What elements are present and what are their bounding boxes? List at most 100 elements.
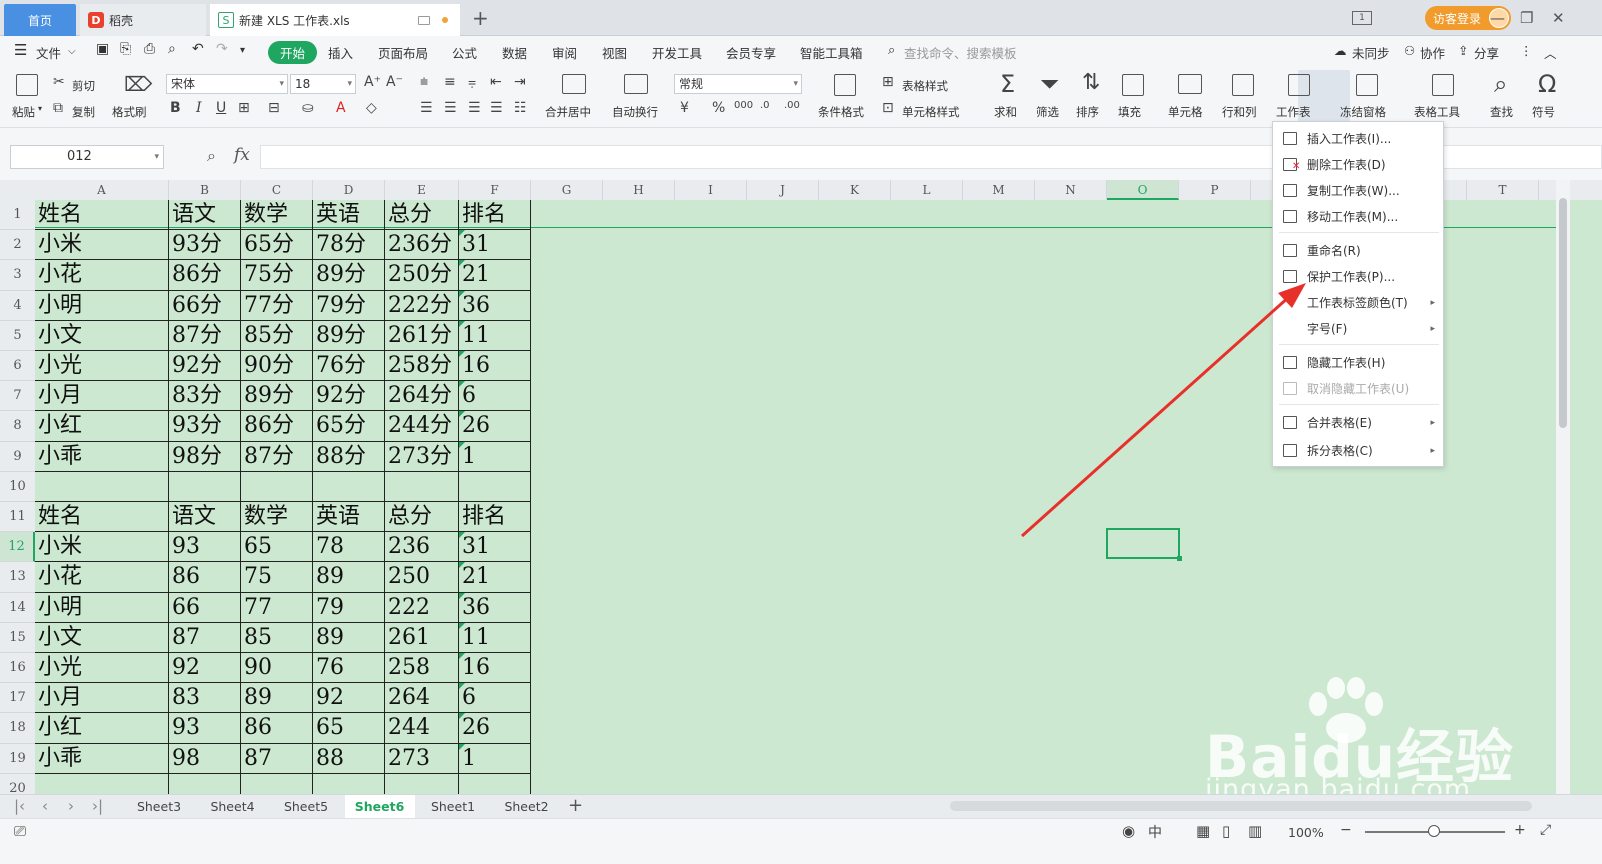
menu-member[interactable]: 会员专享 (726, 43, 776, 62)
table-tools-icon[interactable] (1432, 74, 1454, 96)
cell-f8[interactable]: 26 (459, 411, 531, 442)
cell-e17[interactable]: 264 (385, 683, 459, 714)
copy-button[interactable]: 复制 (72, 104, 95, 120)
row-header-10[interactable]: 10 (0, 472, 35, 502)
sort-icon[interactable]: ⇅ (1082, 70, 1100, 95)
collapse-ribbon-icon[interactable]: ︿ (1544, 43, 1557, 62)
menu-data[interactable]: 数据 (502, 43, 527, 62)
horizontal-scrollbar[interactable] (950, 801, 1532, 811)
menu-item-font-size[interactable]: 字号(F) ▸ (1273, 316, 1443, 342)
sheet-tab-sheet4[interactable]: Sheet4 (198, 795, 268, 819)
cell-a7[interactable]: 小月 (35, 381, 169, 412)
cell-e11[interactable]: 总分 (385, 502, 459, 533)
menu-item-move-sheet[interactable]: 移动工作表(M)... (1273, 204, 1443, 230)
align-top-icon[interactable]: ⩧ (420, 74, 428, 90)
cell-a16[interactable]: 小光 (35, 653, 169, 684)
cell-f15[interactable]: 11 (459, 622, 531, 653)
cell-c14[interactable]: 77 (241, 592, 313, 623)
collab-button[interactable]: 协作 (1420, 43, 1445, 62)
find-button[interactable]: 查找 (1490, 104, 1513, 120)
cell-style-button[interactable]: 单元格样式 (902, 104, 960, 120)
cell-d6[interactable]: 76分 (313, 351, 385, 382)
sheet-tab-sheet2[interactable]: Sheet2 (492, 795, 562, 819)
fill-pattern-icon[interactable]: ⊟ (268, 100, 280, 116)
share-button[interactable]: 分享 (1474, 43, 1499, 62)
sheet-tab-sheet5[interactable]: Sheet5 (271, 795, 341, 819)
align-center-icon[interactable]: ☰ (444, 100, 457, 116)
cell-e1[interactable]: 总分 (385, 200, 459, 231)
cell-d1[interactable]: 英语 (313, 200, 385, 231)
underline-icon[interactable]: U (216, 100, 226, 116)
row-header-8[interactable]: 8 (0, 411, 35, 442)
row-header-13[interactable]: 13 (0, 562, 35, 593)
symbol-icon[interactable]: Ω (1538, 70, 1556, 98)
cell-c4[interactable]: 77分 (241, 290, 313, 321)
macro-record-icon[interactable]: ⎚ (14, 822, 26, 840)
sync-status[interactable]: 未同步 (1352, 43, 1390, 62)
cell-e13[interactable]: 250 (385, 562, 459, 593)
cell-a18[interactable]: 小红 (35, 713, 169, 744)
bold-icon[interactable]: B (170, 100, 181, 116)
cell-a13[interactable]: 小花 (35, 562, 169, 593)
new-tab-button[interactable]: + (472, 6, 489, 30)
paste-chevron-icon[interactable]: ▾ (38, 104, 42, 113)
close-icon[interactable]: ✕ (1552, 6, 1565, 30)
cell-e16[interactable]: 258 (385, 653, 459, 684)
paste-icon[interactable] (16, 74, 38, 96)
font-color-icon[interactable]: A (336, 100, 346, 116)
column-header-f[interactable]: F (459, 180, 531, 200)
menu-formula[interactable]: 公式 (452, 43, 477, 62)
italic-icon[interactable]: I (196, 100, 202, 116)
indent-decrease-icon[interactable]: ⇤ (490, 74, 502, 90)
cell-e2[interactable]: 236分 (385, 230, 459, 261)
cell-e6[interactable]: 258分 (385, 351, 459, 382)
row-header-17[interactable]: 17 (0, 683, 35, 714)
cell-b15[interactable]: 87 (169, 622, 241, 653)
cell-b17[interactable]: 83 (169, 683, 241, 714)
cell-c5[interactable]: 85分 (241, 320, 313, 351)
input-method-icon[interactable]: 中 (1148, 822, 1162, 842)
menu-start[interactable]: 开始 (268, 41, 318, 64)
menu-smart-toolbox[interactable]: 智能工具箱 (800, 43, 863, 62)
column-header-n[interactable]: N (1035, 180, 1107, 200)
percent-icon[interactable]: % (712, 100, 725, 116)
cell-b5[interactable]: 87分 (169, 320, 241, 351)
cell-c3[interactable]: 75分 (241, 260, 313, 291)
cell-d4[interactable]: 79分 (313, 290, 385, 321)
cell-c8[interactable]: 86分 (241, 411, 313, 442)
format-painter-icon[interactable]: ⌦ (124, 72, 152, 96)
wrap-text-button[interactable]: 自动换行 (612, 104, 658, 120)
add-sheet-button[interactable]: + (568, 795, 583, 816)
cell-a11[interactable]: 姓名 (35, 502, 169, 533)
cell-c7[interactable]: 89分 (241, 381, 313, 412)
quick-access-more-icon[interactable]: ▾ (240, 45, 245, 56)
cell-f18[interactable]: 26 (459, 713, 531, 744)
find-icon[interactable]: ⌕ (1494, 70, 1507, 98)
print-preview-icon[interactable]: ⌕ (168, 41, 176, 57)
cell-a10[interactable] (35, 471, 169, 502)
cell-a19[interactable]: 小乖 (35, 743, 169, 774)
column-header-a[interactable]: A (35, 180, 169, 200)
filter-icon[interactable]: ⏷ (1040, 70, 1059, 98)
row-header-7[interactable]: 7 (0, 381, 35, 412)
conditional-format-icon[interactable] (834, 74, 856, 96)
justify-icon[interactable]: ☰ (490, 100, 503, 116)
menu-review[interactable]: 审阅 (552, 43, 577, 62)
cell-d5[interactable]: 89分 (313, 320, 385, 351)
cell-b7[interactable]: 83分 (169, 381, 241, 412)
row-header-14[interactable]: 14 (0, 593, 35, 623)
row-header-3[interactable]: 3 (0, 260, 35, 291)
command-search[interactable]: 查找命令、搜索模板 (904, 43, 1017, 62)
cell-d14[interactable]: 79 (313, 592, 385, 623)
cell-a6[interactable]: 小光 (35, 351, 169, 382)
page-layout-view-icon[interactable]: ▯ (1222, 822, 1230, 840)
column-header-c[interactable]: C (241, 180, 313, 200)
cell-b4[interactable]: 66分 (169, 290, 241, 321)
cell-c15[interactable]: 85 (241, 622, 313, 653)
cell-b1[interactable]: 语文 (169, 200, 241, 231)
file-menu[interactable]: 文件 (36, 43, 61, 62)
cell-b2[interactable]: 93分 (169, 230, 241, 261)
eye-protection-icon[interactable]: ◉ (1122, 822, 1135, 840)
align-left-icon[interactable]: ☰ (420, 100, 433, 116)
minimize-icon[interactable]: — (1490, 6, 1505, 30)
